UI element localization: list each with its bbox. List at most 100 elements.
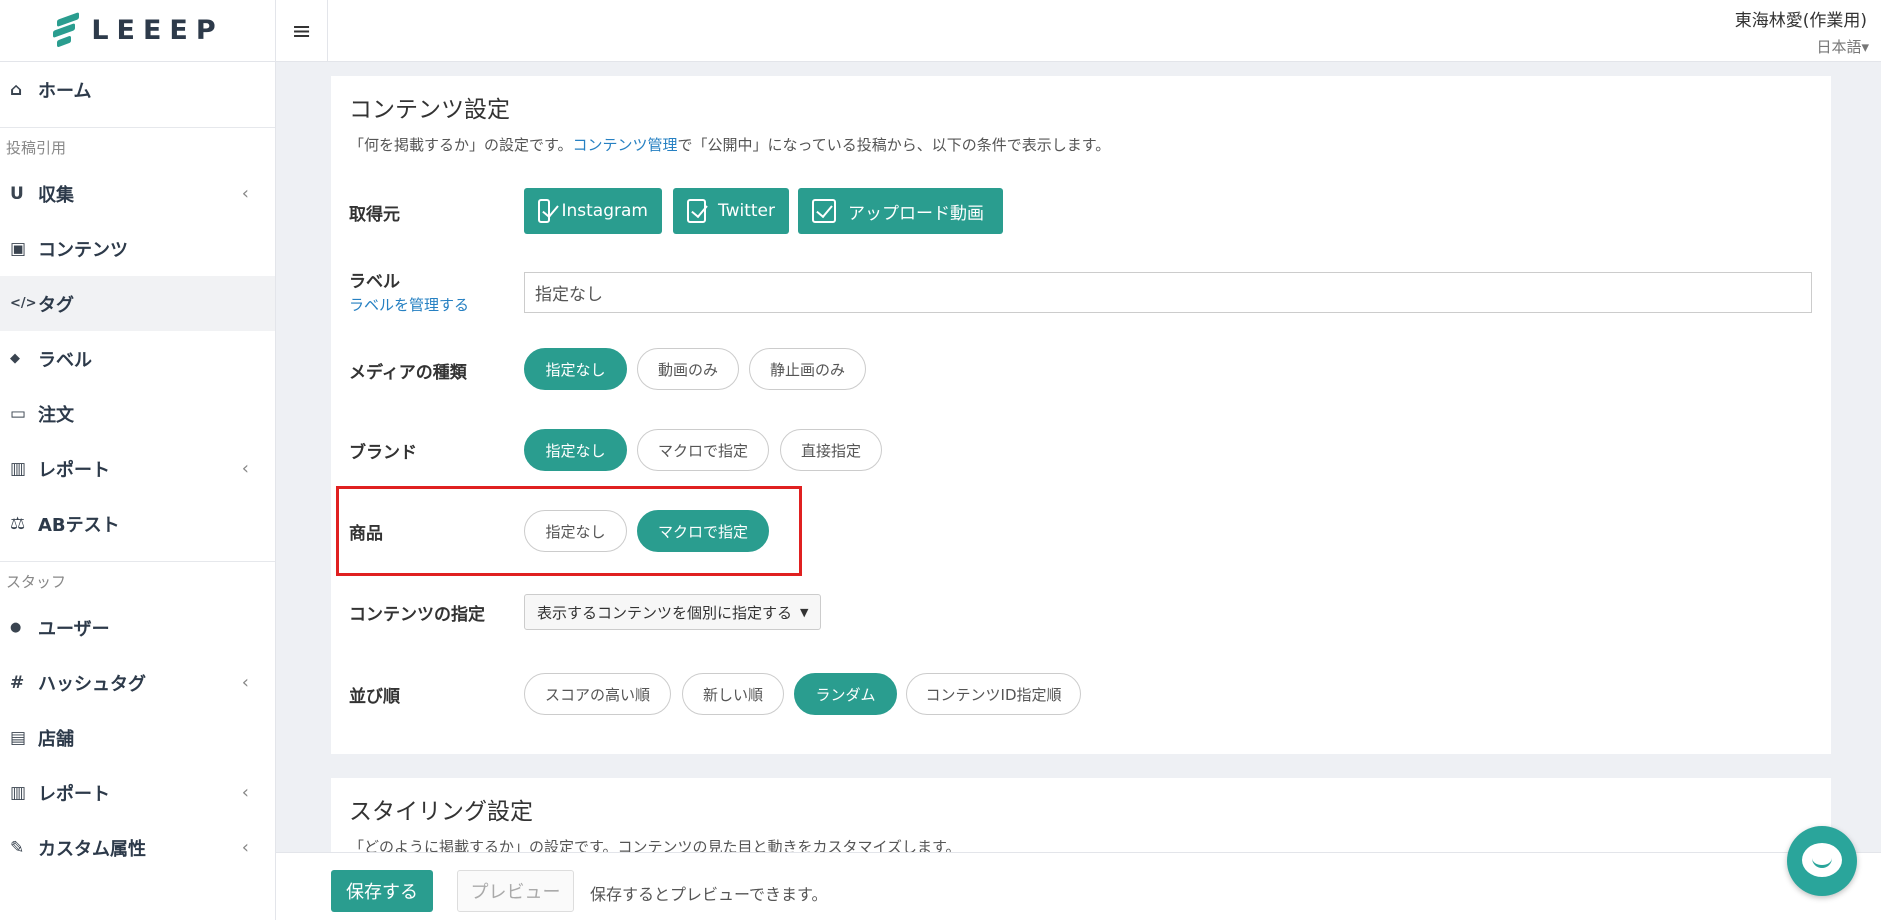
sidebar-item-label: レポート [38,459,110,481]
chevron-left-icon: ‹ [241,458,249,479]
language-select[interactable]: 日本語▾ [1816,36,1869,57]
content-management-link[interactable]: コンテンツ管理 [573,136,678,154]
label-row-label: ラベル [349,272,400,292]
sidebar-item-report[interactable]: ▥ レポート ‹ [0,441,275,496]
brand-label: ブランド [349,443,417,463]
building-icon: ▤ [10,727,27,748]
checkbox-label: Instagram [561,201,649,221]
caret-down-icon: ▼ [800,605,809,619]
desc-text: 「何を掲載するか」の設定です。 [349,136,573,154]
brand-none-button[interactable]: 指定なし [524,429,627,471]
source-upload-video-checkbox[interactable]: アップロード動画 [798,188,1003,234]
check-icon [538,199,550,223]
media-type-none-button[interactable]: 指定なし [524,348,627,390]
bar-chart-icon: ▥ [10,782,27,803]
sidebar-item-contents[interactable]: ▣ コンテンツ [0,221,275,276]
footer-bar: 保存する プレビュー 保存するとプレビューできます。 [276,852,1881,920]
sidebar-item-collect[interactable]: U 収集 ‹ [0,166,275,221]
sidebar-item-staff-report[interactable]: ▥ レポート ‹ [0,765,275,820]
chat-icon [1802,843,1842,877]
chevron-left-icon: ‹ [241,837,249,858]
content-settings-panel: コンテンツ設定 「何を掲載するか」の設定です。コンテンツ管理で「公開中」になって… [331,76,1831,754]
footer-note: 保存するとプレビューできます。 [590,885,828,904]
checkbox-label: Twitter [718,201,775,221]
save-button[interactable]: 保存する [331,870,433,912]
sidebar-item-hashtag[interactable]: # ハッシュタグ ‹ [0,655,275,710]
manage-labels-link[interactable]: ラベルを管理する [349,294,469,315]
sort-score-button[interactable]: スコアの高い順 [524,673,671,715]
hamburger-icon[interactable]: ≡ [276,0,328,62]
sidebar-item-label: コンテンツ [38,239,128,261]
sidebar-item-label: ホーム [38,80,92,102]
sort-random-button[interactable]: ランダム [794,673,897,715]
logo[interactable]: LEEEP [51,11,224,50]
sidebar-item-label: レポート [38,783,110,805]
sidebar-item-orders[interactable]: ▭ 注文 [0,386,275,441]
styling-settings-panel: スタイリング設定 「どのように掲載するか」の設定です。コンテンツの見た目と動きを… [331,778,1831,858]
logo-mark-icon [51,11,81,50]
sidebar-item-home[interactable]: ⌂ ホーム [0,62,275,117]
users-icon: ● [10,620,22,635]
label-input[interactable] [524,272,1812,313]
chat-support-button[interactable] [1787,826,1857,896]
media-type-label: メディアの種類 [349,363,467,383]
preview-button[interactable]: プレビュー [457,870,574,912]
sort-label: 並び順 [349,687,400,707]
source-twitter-checkbox[interactable]: Twitter [673,188,789,234]
media-type-image-button[interactable]: 静止画のみ [749,348,866,390]
code-icon: </> [10,296,37,311]
wrench-icon: ✎ [10,837,25,858]
chevron-left-icon: ‹ [241,782,249,803]
sidebar-item-label-nav[interactable]: ◆ ラベル [0,331,275,386]
scale-icon: ⚖ [10,513,26,534]
home-icon: ⌂ [10,79,23,100]
section-title: コンテンツ設定 [349,97,510,123]
cart-icon: ▭ [10,403,27,424]
sidebar-item-label: 収集 [38,184,74,206]
content-spec-label: コンテンツの指定 [349,605,485,625]
chevron-left-icon: ‹ [241,672,249,693]
dropdown-value: 表示するコンテンツを個別に指定する [537,603,793,622]
section-description: 「何を掲載するか」の設定です。コンテンツ管理で「公開中」になっている投稿から、以… [349,134,1110,155]
user-name[interactable]: 東海林愛(作業用) [1735,6,1867,31]
sidebar-item-abtest[interactable]: ⚖ ABテスト [0,496,275,551]
sidebar-item-label: 店舗 [38,728,74,750]
sidebar-nav: ⌂ ホーム 投稿引用 U 収集 ‹ ▣ コンテンツ </> タグ ◆ ラベル ▭… [0,62,275,875]
magnet-icon: U [10,183,24,204]
sidebar-section-staff: スタッフ [6,573,67,591]
content-spec-dropdown[interactable]: 表示するコンテンツを個別に指定する ▼ [524,594,822,630]
sidebar: LEEEP ⌂ ホーム 投稿引用 U 収集 ‹ ▣ コンテンツ </> タグ ◆… [0,0,276,920]
bar-chart-icon: ▥ [10,458,27,479]
media-type-video-button[interactable]: 動画のみ [637,348,739,390]
sidebar-item-label: ハッシュタグ [38,673,146,695]
checkbox-label: アップロード動画 [848,203,984,224]
sidebar-section-posts: 投稿引用 [6,139,67,157]
product-row-highlight [336,486,802,576]
top-header: ≡ 東海林愛(作業用) 日本語▾ [276,0,1881,62]
sidebar-item-tag[interactable]: </> タグ [0,276,275,331]
logo-text: LEEEP [91,15,224,46]
sort-newest-button[interactable]: 新しい順 [682,673,784,715]
chevron-left-icon: ‹ [241,183,249,204]
desc-text: で「公開中」になっている投稿から、以下の条件で表示します。 [677,136,1111,154]
hashtag-icon: # [10,672,25,693]
check-icon [812,199,836,223]
sort-content-id-button[interactable]: コンテンツID指定順 [906,673,1081,715]
sidebar-item-stores[interactable]: ▤ 店舗 [0,710,275,765]
brand-macro-button[interactable]: マクロで指定 [637,429,769,471]
sidebar-item-label: 注文 [38,404,74,426]
check-icon [687,199,707,223]
image-icon: ▣ [10,238,27,259]
sidebar-item-label: ラベル [38,349,92,371]
sidebar-item-label: タグ [38,294,74,316]
tag-icon: ◆ [10,351,20,366]
brand-direct-button[interactable]: 直接指定 [780,429,882,471]
source-instagram-checkbox[interactable]: Instagram [524,188,662,234]
section-title: スタイリング設定 [349,799,533,825]
sidebar-item-custom-attr[interactable]: ✎ カスタム属性 ‹ [0,820,275,875]
sidebar-item-label: ユーザー [38,618,110,640]
sidebar-item-label: カスタム属性 [38,838,146,860]
sidebar-item-users[interactable]: ● ユーザー [0,600,275,655]
logo-area: LEEEP [0,0,275,62]
source-label: 取得元 [349,205,400,225]
